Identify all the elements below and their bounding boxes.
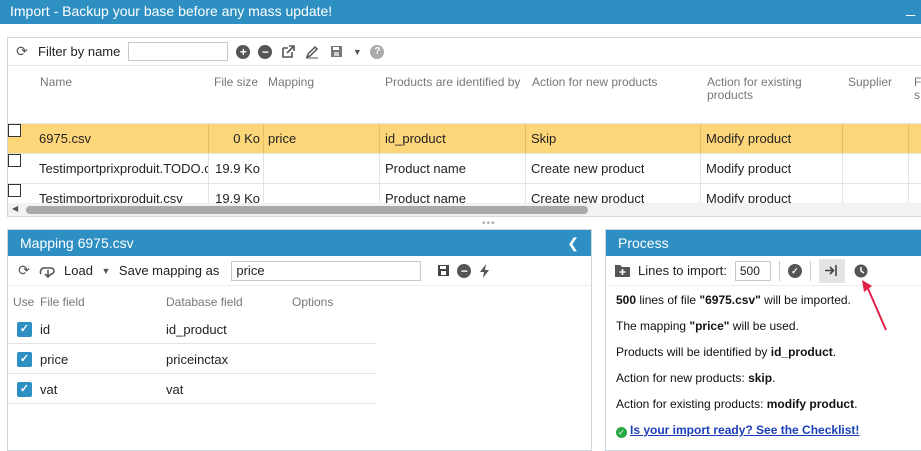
scrollbar-thumb[interactable]	[26, 206, 588, 214]
ok-check-icon: ✓	[616, 427, 627, 438]
col-new-action[interactable]: Action for new products	[532, 76, 657, 89]
col-supplier[interactable]: Supplier	[848, 76, 892, 89]
mapping-row[interactable]: ✓ id id_product	[8, 314, 376, 344]
mapping-row[interactable]: ✓ vat vat	[8, 374, 376, 404]
load-icon[interactable]	[38, 263, 58, 279]
chevron-down-icon[interactable]: ▼	[352, 44, 362, 60]
cell-mapping: price	[268, 131, 297, 146]
col-name[interactable]: Name	[40, 76, 72, 89]
mapping-panel-title: Mapping 6975.csv	[20, 235, 134, 251]
cell-existing-action: Modify product	[706, 161, 792, 176]
col-truncated[interactable]: F s	[914, 76, 921, 102]
cell-new-action: Create new product	[531, 161, 645, 176]
use-checkbox[interactable]: ✓	[17, 322, 32, 337]
files-panel: ⟳ Filter by name + − ▼ ? Name File size …	[7, 37, 921, 217]
run-import-button[interactable]	[818, 258, 845, 283]
minimize-button[interactable]: _	[906, 0, 915, 20]
col-file-field: File field	[40, 295, 85, 309]
toolbar-divider	[778, 260, 780, 281]
save-icon[interactable]	[435, 263, 451, 279]
edit-icon[interactable]	[304, 44, 320, 60]
col-options: Options	[292, 295, 334, 309]
row-checkbox[interactable]	[8, 124, 21, 137]
cell-existing-action: Modify product	[706, 131, 792, 146]
process-panel-title: Process	[618, 235, 669, 251]
row-checkbox[interactable]	[8, 184, 21, 197]
checklist-link[interactable]: Is your import ready? See the Checklist!	[630, 423, 859, 437]
summary-new-action: Action for new products: skip.	[616, 371, 776, 385]
mapping-panel: Mapping 6975.csv ❮ ⟳ Load ▼ Save mapping…	[7, 229, 592, 451]
lines-to-import-input[interactable]: 500	[734, 260, 771, 281]
cell-identified-by: Product name	[385, 161, 466, 176]
database-field[interactable]: id_product	[166, 322, 227, 337]
lines-to-import-label: Lines to import:	[638, 263, 727, 278]
summary-existing-action: Action for existing products: modify pro…	[616, 397, 858, 411]
filter-input[interactable]	[128, 42, 229, 61]
remove-icon[interactable]: −	[258, 44, 273, 59]
chevron-down-icon[interactable]: ▼	[99, 263, 113, 279]
annotation-arrow	[862, 280, 887, 331]
file-field: id	[40, 322, 51, 337]
mapping-toolbar: ⟳ Load ▼ Save mapping as price −	[8, 256, 591, 286]
filter-label: Filter by name	[38, 44, 121, 59]
save-mapping-label: Save mapping as	[118, 263, 220, 278]
database-field[interactable]: vat	[166, 382, 183, 397]
use-checkbox[interactable]: ✓	[17, 352, 32, 367]
cell-size: 0 Ko	[233, 131, 260, 146]
clock-icon[interactable]	[853, 263, 869, 279]
checklist-row: ✓ Is your import ready? See the Checklist…	[616, 422, 921, 448]
summary-identified: Products will be identified by id_produc…	[616, 345, 837, 359]
check-icon[interactable]: ✓	[787, 263, 802, 278]
col-identified-by[interactable]: Products are identified by	[385, 76, 520, 89]
mapping-name-input[interactable]: price	[231, 260, 422, 281]
window-title-bar: Import - Backup your base before any mas…	[0, 0, 921, 24]
database-field[interactable]: priceinctax	[166, 352, 228, 367]
cell-identified-by: id_product	[385, 131, 446, 146]
collapse-chevron-icon[interactable]: ❮	[567, 230, 579, 256]
mapping-panel-header: Mapping 6975.csv ❮	[8, 230, 591, 256]
save-disk-icon[interactable]	[328, 44, 344, 60]
col-database-field: Database field	[166, 295, 243, 309]
table-row[interactable]: Testimportprixproduit.TODO.csv 19.9 Ko P…	[8, 154, 921, 184]
table-row[interactable]: 6975.csv 0 Ko price id_product Skip Modi…	[8, 124, 921, 154]
cell-new-action: Skip	[531, 131, 557, 146]
mapping-row[interactable]: ✓ price priceinctax	[8, 344, 376, 374]
col-file-size[interactable]: File size	[214, 76, 258, 89]
refresh-icon[interactable]: ⟳	[16, 262, 32, 279]
col-existing-action[interactable]: Action for existing products	[707, 76, 817, 102]
add-icon[interactable]: +	[236, 44, 251, 59]
cell-name: Testimportprixproduit.TODO.csv	[39, 161, 209, 176]
refresh-icon[interactable]: ⟳	[14, 43, 30, 60]
cell-size: 19.9 Ko	[215, 161, 260, 176]
window-title: Import - Backup your base before any mas…	[10, 3, 333, 19]
cell-name: 6975.csv	[39, 131, 92, 146]
help-icon[interactable]: ?	[370, 44, 385, 59]
use-checkbox[interactable]: ✓	[17, 382, 32, 397]
process-panel: Process Lines to import: 500 ✓ 500 lines…	[605, 229, 921, 451]
col-use: Use	[13, 295, 35, 309]
scroll-left-icon[interactable]: ◀	[12, 204, 18, 213]
file-field: price	[40, 352, 69, 367]
toolbar-divider	[809, 260, 811, 281]
process-panel-header: Process	[606, 230, 921, 256]
splitter-handle[interactable]: •••	[482, 218, 496, 229]
load-label[interactable]: Load	[64, 263, 93, 278]
horizontal-scrollbar[interactable]: ◀	[8, 203, 921, 216]
row-checkbox[interactable]	[8, 154, 21, 167]
external-link-icon[interactable]	[280, 44, 296, 60]
file-field: vat	[40, 382, 58, 397]
lightning-icon[interactable]	[477, 263, 493, 279]
files-toolbar: ⟳ Filter by name + − ▼ ?	[8, 38, 921, 66]
files-table-header: Name File size Mapping Products are iden…	[8, 66, 921, 124]
col-mapping[interactable]: Mapping	[268, 76, 314, 89]
mapping-table-header: Use File field Database field Options	[8, 286, 591, 314]
delete-mapping-icon[interactable]: −	[457, 263, 472, 278]
add-folder-icon[interactable]	[614, 263, 630, 279]
